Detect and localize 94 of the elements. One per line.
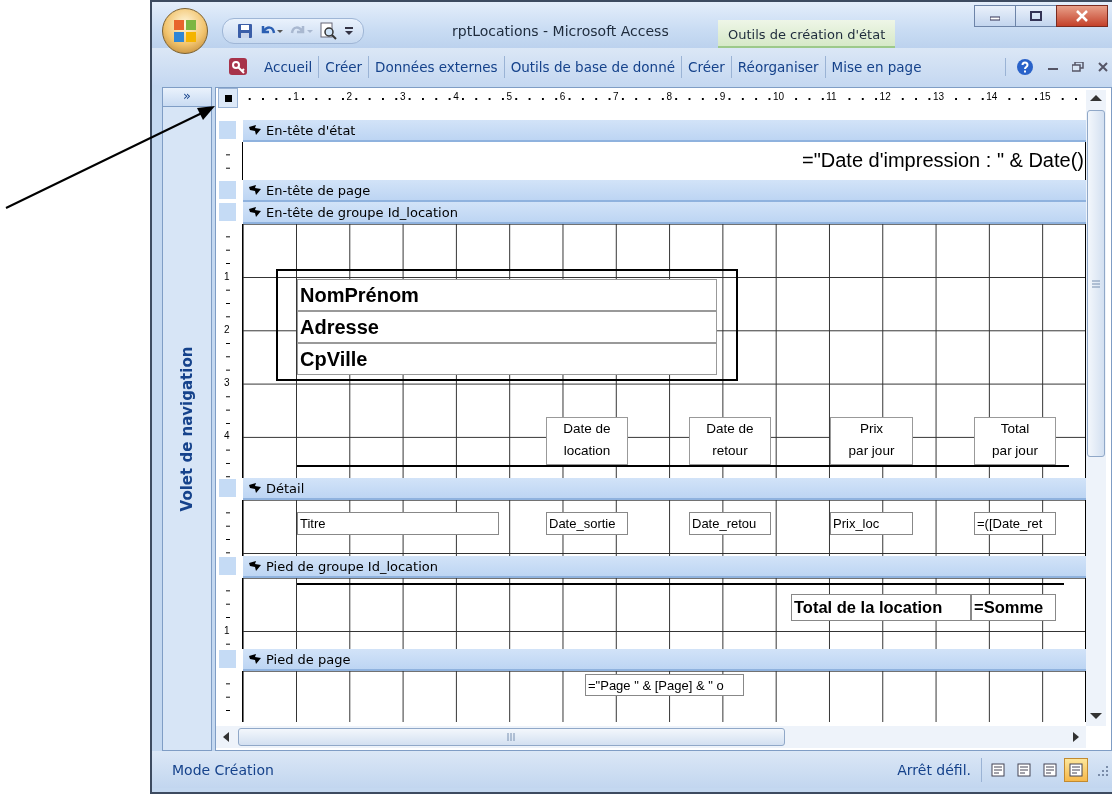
ruler-number: 14 xyxy=(985,91,999,103)
section-bar[interactable]: Pied de page xyxy=(243,649,1086,672)
section-title: Détail xyxy=(266,480,305,496)
text-box: Titre xyxy=(297,512,499,536)
close-button[interactable] xyxy=(1056,5,1108,27)
ruler-number: 1 xyxy=(224,624,230,636)
ruler-number: 1 xyxy=(224,270,230,282)
ruler-number: 4 xyxy=(224,430,230,442)
close-icon[interactable] xyxy=(1098,61,1108,72)
print-preview-icon[interactable] xyxy=(319,22,337,40)
help-icon[interactable] xyxy=(1016,57,1034,76)
office-logo-icon xyxy=(172,18,198,44)
maximize-icon xyxy=(1030,11,1042,21)
text-box: Date_sortie xyxy=(546,512,628,536)
label: Total de la location xyxy=(791,594,971,622)
report-selector[interactable] xyxy=(218,88,238,109)
ruler-number: 12 xyxy=(878,91,892,103)
label: Total par jour xyxy=(974,417,1056,466)
ruler-number: 10 xyxy=(772,91,786,103)
ribbon-tab[interactable]: Accueil xyxy=(258,55,320,78)
ruler-number: 13 xyxy=(931,91,945,103)
ruler-number: 8 xyxy=(665,91,673,103)
text-box: Adresse xyxy=(297,311,717,344)
ruler-number: 7 xyxy=(612,91,620,103)
text-box: Prix_loc xyxy=(830,512,913,536)
page-view-icon xyxy=(991,762,1005,777)
ribbon-tab[interactable]: Outils de base de donné xyxy=(504,55,682,78)
expand-pane-button[interactable]: » xyxy=(163,88,211,108)
text-box: Date_retou xyxy=(689,512,771,536)
office-button[interactable] xyxy=(162,8,208,54)
ribbon-tab[interactable]: Réorganiser xyxy=(731,55,826,78)
ruler-number: 3 xyxy=(398,91,407,103)
section-title: En-tête de page xyxy=(266,182,371,198)
view-button[interactable] xyxy=(1064,757,1088,782)
window-title: rptLocations - Microsoft Access xyxy=(452,23,669,39)
context-tab-title: Outils de création d'état xyxy=(718,20,896,48)
section-arrow-icon xyxy=(249,653,261,665)
customize-caret-icon[interactable] xyxy=(343,24,355,38)
maximize-button[interactable] xyxy=(1015,5,1057,27)
text-box: =Somme xyxy=(971,594,1056,622)
section-arrow-icon xyxy=(249,184,261,196)
ruler-number: 5 xyxy=(505,91,514,103)
ruler-number: 2 xyxy=(224,323,230,335)
vertical-scrollbar[interactable] xyxy=(1086,90,1106,727)
navigation-pane-title[interactable]: Volet de navigation xyxy=(178,346,196,512)
ruler-number: 1 xyxy=(292,91,300,103)
scroll-left-icon[interactable] xyxy=(222,732,230,743)
section-title: Pied de groupe Id_location xyxy=(266,558,438,574)
scroll-lock-indicator: Arrêt défil. xyxy=(897,761,972,778)
restore-icon[interactable] xyxy=(1072,61,1084,72)
section-bar[interactable]: En-tête de groupe Id_location xyxy=(243,202,1086,225)
ribbon-tab[interactable]: Créer xyxy=(319,55,370,78)
ruler-number: 15 xyxy=(1038,91,1052,103)
page-view-icon xyxy=(1043,762,1057,777)
ruler-number: 11 xyxy=(825,91,838,103)
scrollbar-thumb[interactable] xyxy=(1087,110,1105,458)
label: Date de retour xyxy=(689,417,771,466)
ruler-number: 3 xyxy=(224,377,230,389)
ruler-number: 2 xyxy=(345,91,354,103)
ribbon-tab[interactable]: Mise en page xyxy=(825,55,928,78)
scrollbar-thumb[interactable] xyxy=(238,728,785,747)
text-box: NomPrénom xyxy=(297,279,717,312)
ruler-number: 6 xyxy=(558,91,567,103)
ruler-number: 4 xyxy=(452,91,460,103)
section-arrow-icon xyxy=(249,482,261,494)
section-arrow-icon xyxy=(249,124,261,136)
close-icon xyxy=(1076,10,1088,22)
horizontal-scrollbar[interactable] xyxy=(216,726,1086,749)
text-box: =([Date_ret xyxy=(974,512,1056,536)
section-title: Pied de page xyxy=(266,651,351,667)
scroll-down-icon[interactable] xyxy=(1090,712,1102,721)
status-mode: Mode Création xyxy=(172,761,274,778)
section-bar[interactable]: Pied de groupe Id_location xyxy=(243,556,1086,579)
label: Prix par jour xyxy=(830,417,913,466)
section-title: En-tête de groupe Id_location xyxy=(266,204,458,220)
section-bar[interactable]: Détail xyxy=(243,478,1086,501)
section-arrow-icon xyxy=(249,560,261,572)
resize-grip-icon[interactable] xyxy=(1096,763,1108,776)
text-box: CpVille xyxy=(297,343,717,376)
save-icon[interactable] xyxy=(237,23,253,39)
scroll-right-icon[interactable] xyxy=(1072,732,1080,743)
label: Date de location xyxy=(546,417,628,466)
key-icon xyxy=(228,55,250,78)
text-box: ="Page " & [Page] & " o xyxy=(585,674,744,697)
page-view-icon xyxy=(1069,762,1083,777)
section-bar[interactable]: En-tête de page xyxy=(243,180,1086,203)
section-title: En-tête d'état xyxy=(266,122,356,138)
section-bar[interactable]: En-tête d'état xyxy=(243,120,1086,143)
page-view-icon xyxy=(1017,762,1031,777)
section-arrow-icon xyxy=(249,206,261,218)
scroll-up-icon[interactable] xyxy=(1090,94,1102,103)
ribbon-tab[interactable]: Créer xyxy=(682,55,732,78)
ribbon-tab[interactable]: Données externes xyxy=(369,55,505,78)
ruler-number: 9 xyxy=(718,91,727,103)
